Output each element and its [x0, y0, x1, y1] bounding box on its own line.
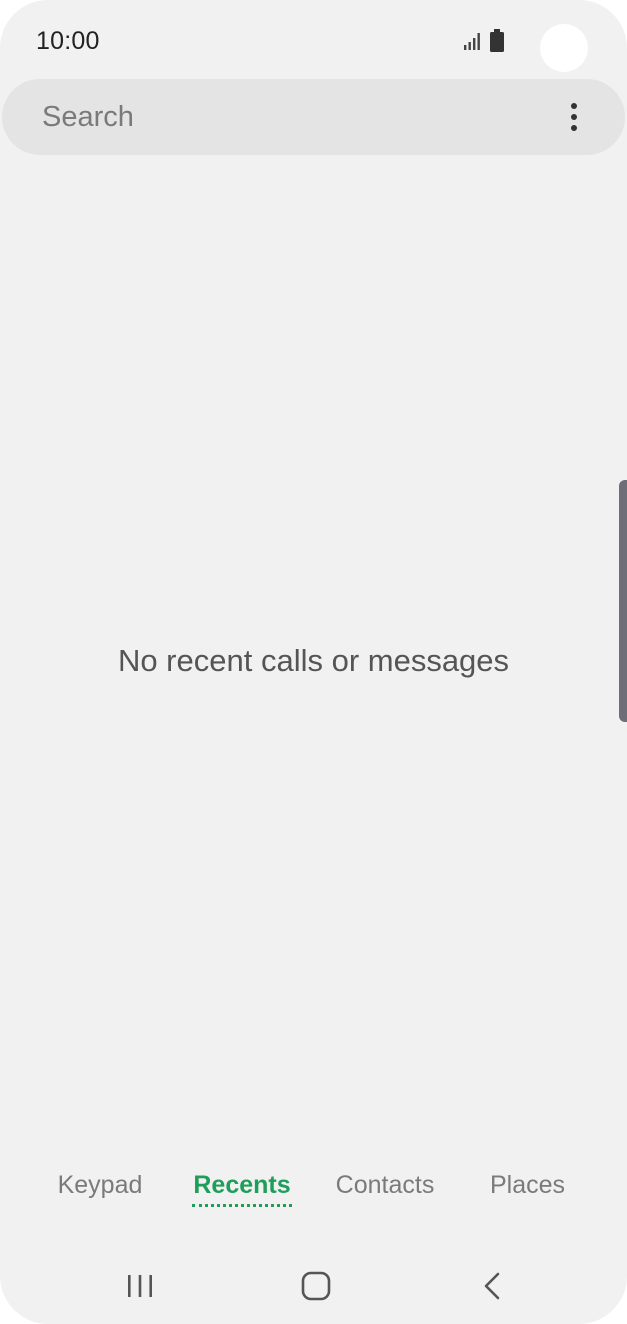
camera-cutout — [540, 24, 588, 72]
empty-state-message: No recent calls or messages — [117, 643, 510, 678]
navigation-bar — [0, 1250, 627, 1320]
tab-recents[interactable]: Recents — [182, 1166, 302, 1212]
tab-active-indicator — [192, 1204, 292, 1207]
home-button[interactable] — [286, 1264, 346, 1308]
edge-panel-handle[interactable] — [619, 480, 627, 722]
back-icon — [484, 1272, 500, 1300]
search-input[interactable]: Search — [42, 101, 134, 134]
back-button[interactable] — [462, 1264, 522, 1308]
battery-icon — [490, 29, 504, 52]
home-icon — [301, 1271, 331, 1301]
tab-keypad-label: Keypad — [57, 1171, 143, 1199]
status-time: 10:00 — [36, 27, 100, 55]
tab-recents-label: Recents — [193, 1171, 291, 1199]
more-options-icon[interactable] — [554, 95, 594, 139]
recent-apps-button[interactable] — [110, 1264, 170, 1308]
tab-contacts[interactable]: Contacts — [320, 1166, 450, 1212]
tab-contacts-label: Contacts — [335, 1171, 435, 1199]
recent-apps-icon — [128, 1275, 152, 1297]
search-bar[interactable]: Search — [2, 79, 625, 155]
more-dot — [571, 103, 577, 109]
bottom-tabs: Keypad Recents Contacts Places — [0, 1166, 627, 1216]
phone-screen: 10:00 Search No recent calls or messages… — [0, 0, 627, 1324]
tab-places-label: Places — [489, 1171, 566, 1199]
tab-places[interactable]: Places — [470, 1166, 585, 1212]
more-dot — [571, 114, 577, 120]
tab-keypad[interactable]: Keypad — [40, 1166, 160, 1212]
status-bar: 10:00 — [0, 0, 627, 80]
signal-icon — [464, 33, 480, 50]
more-dot — [571, 125, 577, 131]
